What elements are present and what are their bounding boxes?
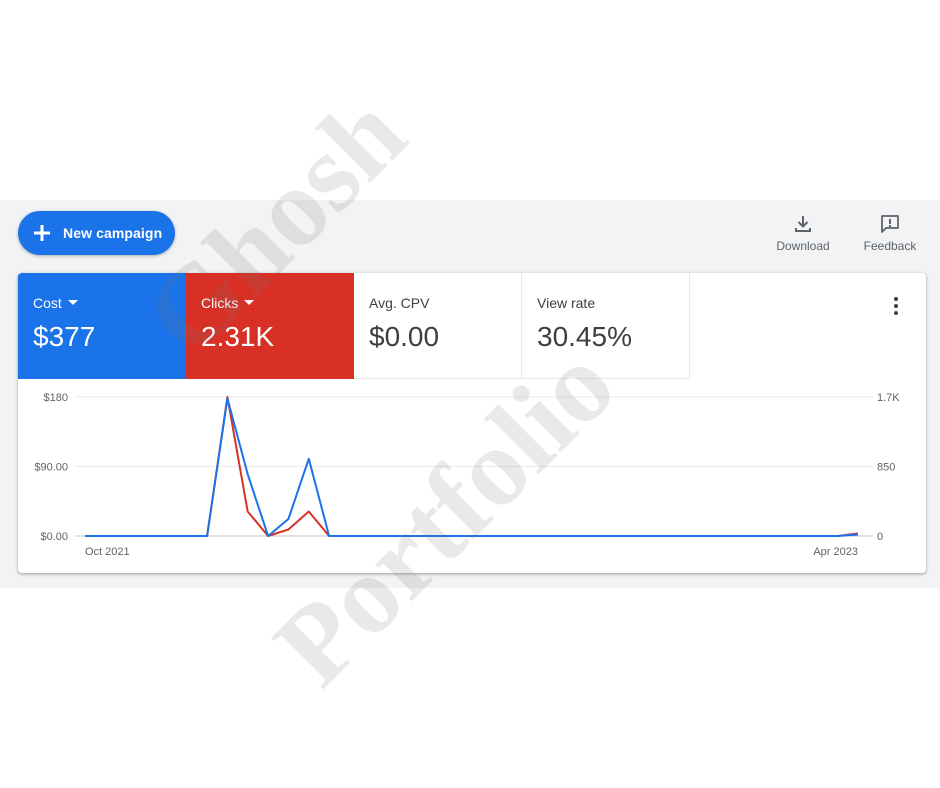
metric-tile-cost[interactable]: Cost $377 bbox=[18, 273, 186, 379]
y-axis-right-tick-label: 0 bbox=[877, 531, 883, 543]
campaign-overview-panel: New campaign Download Feedback Cost $377… bbox=[0, 200, 940, 588]
feedback-icon bbox=[881, 215, 899, 233]
new-campaign-label: New campaign bbox=[63, 225, 163, 241]
new-campaign-button[interactable]: New campaign bbox=[18, 211, 175, 255]
performance-card: Cost $377 Clicks 2.31K Avg. CPV $0.00 Vi… bbox=[18, 273, 926, 573]
metric-tile-clicks[interactable]: Clicks 2.31K bbox=[186, 273, 354, 379]
series-line-cost bbox=[85, 397, 859, 537]
metric-value: $377 bbox=[33, 321, 96, 352]
metric-label-row: Cost bbox=[33, 295, 186, 311]
caret-down-icon[interactable] bbox=[67, 300, 78, 306]
metric-label: View rate bbox=[537, 295, 596, 311]
feedback-label: Feedback bbox=[863, 239, 917, 253]
metric-label: Clicks bbox=[201, 295, 239, 311]
download-button[interactable]: Download bbox=[768, 214, 838, 253]
feedback-button[interactable]: Feedback bbox=[855, 214, 925, 253]
metric-value: $0.00 bbox=[369, 321, 440, 352]
caret-down-icon[interactable] bbox=[244, 300, 255, 306]
metric-label-row: Avg. CPV bbox=[369, 295, 521, 311]
x-axis-tick-label: Apr 2023 bbox=[813, 546, 858, 558]
y-axis-left-tick-label: $90.00 bbox=[34, 462, 68, 474]
more-options-icon[interactable] bbox=[886, 295, 906, 317]
metric-tile-avg-cpv[interactable]: Avg. CPV $0.00 bbox=[354, 273, 522, 379]
y-axis-right-tick-label: 1.7K bbox=[877, 392, 900, 404]
metric-label: Cost bbox=[33, 295, 62, 311]
download-icon bbox=[795, 216, 811, 232]
metric-tile-view-rate[interactable]: View rate 30.45% bbox=[522, 273, 690, 379]
plus-icon bbox=[34, 225, 50, 241]
y-axis-right-tick-label: 850 bbox=[877, 462, 895, 474]
download-label: Download bbox=[776, 239, 830, 253]
metric-label-row: Clicks bbox=[201, 295, 354, 311]
y-axis-left-tick-label: $180 bbox=[44, 392, 68, 404]
metric-value: 2.31K bbox=[201, 321, 275, 352]
y-axis-left-tick-label: $0.00 bbox=[40, 531, 68, 543]
metric-label: Avg. CPV bbox=[369, 295, 430, 311]
performance-line-chart: $0.00 0 $90.00 850 $180 1.7K Oct 2021 Apr 2023 bbox=[34, 392, 900, 558]
metric-value: 30.45% bbox=[537, 321, 632, 352]
x-axis-tick-label: Oct 2021 bbox=[85, 546, 130, 558]
metric-label-row: View rate bbox=[537, 295, 689, 311]
